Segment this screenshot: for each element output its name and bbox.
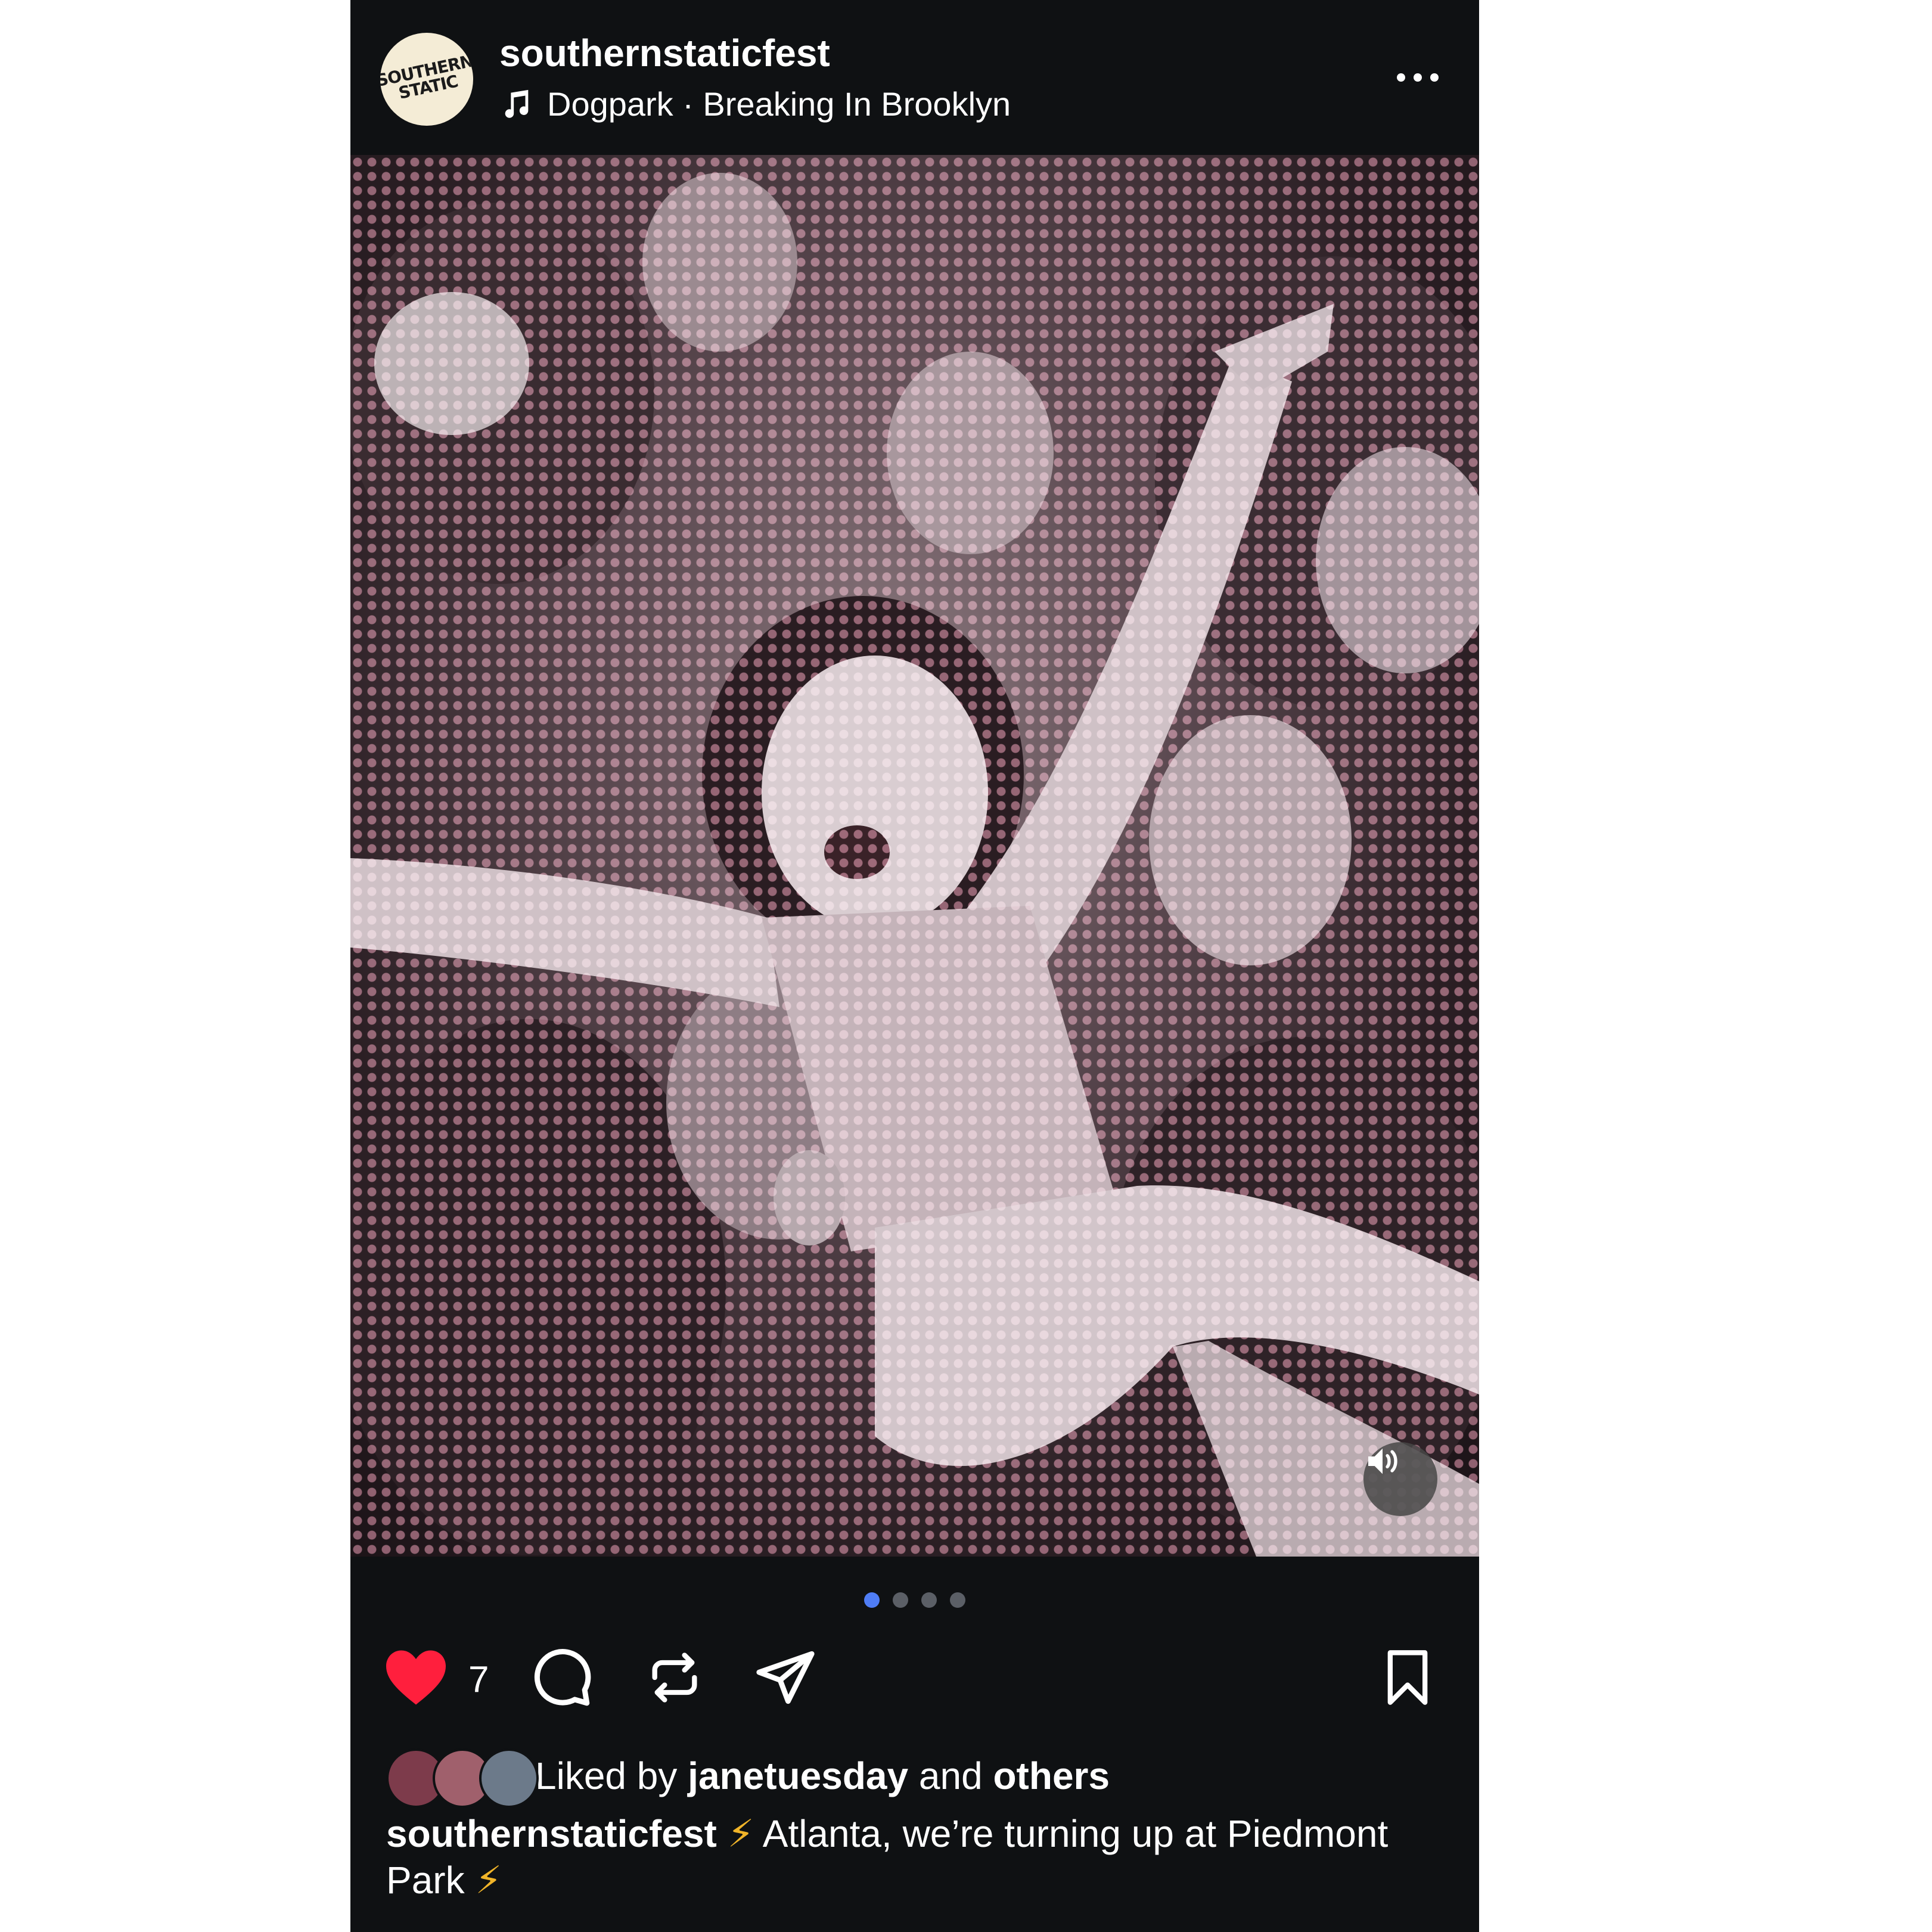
send-icon: [756, 1651, 815, 1704]
repost-icon: [652, 1653, 697, 1703]
save-button[interactable]: [1372, 1642, 1443, 1713]
sound-toggle-button[interactable]: [1363, 1442, 1437, 1516]
more-horizontal-icon: [1397, 73, 1405, 82]
liker-avatars: [386, 1746, 539, 1808]
post-caption: southernstaticfest ⚡ Atlanta, we’re turn…: [386, 1810, 1399, 1903]
bookmark-icon: [1387, 1650, 1428, 1705]
more-options-button[interactable]: [1385, 60, 1450, 95]
comment-icon: [534, 1649, 591, 1706]
carousel-dot-active[interactable]: [864, 1592, 880, 1608]
carousel-dot[interactable]: [893, 1592, 908, 1608]
halftone-overlay: [350, 155, 1479, 1557]
liked-by-middle: and: [908, 1754, 993, 1797]
carousel-dot[interactable]: [921, 1592, 937, 1608]
action-bar: 7: [350, 1642, 1479, 1713]
music-track-label: Dogpark · Breaking In Brooklyn: [547, 85, 1011, 123]
post-media-video[interactable]: [350, 155, 1479, 1557]
more-dot: [1414, 73, 1422, 82]
post-card: SOUTHERN STATIC southernstaticfest Dogpa…: [350, 0, 1479, 1932]
comment-button[interactable]: [526, 1642, 597, 1713]
liked-by-others[interactable]: others: [993, 1754, 1110, 1797]
avatar[interactable]: SOUTHERN STATIC: [380, 33, 473, 126]
heart-filled-icon: [386, 1650, 446, 1705]
caption-username[interactable]: southernstaticfest: [386, 1812, 717, 1855]
like-button[interactable]: [380, 1642, 452, 1713]
lightning-emoji: ⚡: [475, 1859, 502, 1902]
liker-username[interactable]: janetuesday: [688, 1754, 908, 1797]
volume-icon: [1368, 1448, 1397, 1474]
carousel-dot[interactable]: [950, 1592, 965, 1608]
music-note-icon: [505, 89, 529, 118]
liked-by-text: Liked by janetuesday and others: [535, 1754, 1110, 1798]
more-dot: [1430, 73, 1439, 82]
like-count[interactable]: 7: [468, 1658, 489, 1701]
post-header: SOUTHERN STATIC southernstaticfest Dogpa…: [350, 0, 1479, 155]
lightning-emoji: ⚡: [727, 1812, 754, 1855]
carousel-indicator: [350, 1588, 1479, 1612]
share-button[interactable]: [750, 1642, 821, 1713]
post-username[interactable]: southernstaticfest: [499, 31, 830, 75]
liked-by-prefix: Liked by: [535, 1754, 688, 1797]
repost-button[interactable]: [639, 1642, 710, 1713]
music-track-link[interactable]: Dogpark · Breaking In Brooklyn: [499, 85, 1011, 123]
brand-logo: SOUTHERN STATIC: [380, 51, 473, 103]
avatar: [479, 1748, 539, 1808]
liked-by-row[interactable]: Liked by janetuesday and others: [386, 1746, 1110, 1808]
